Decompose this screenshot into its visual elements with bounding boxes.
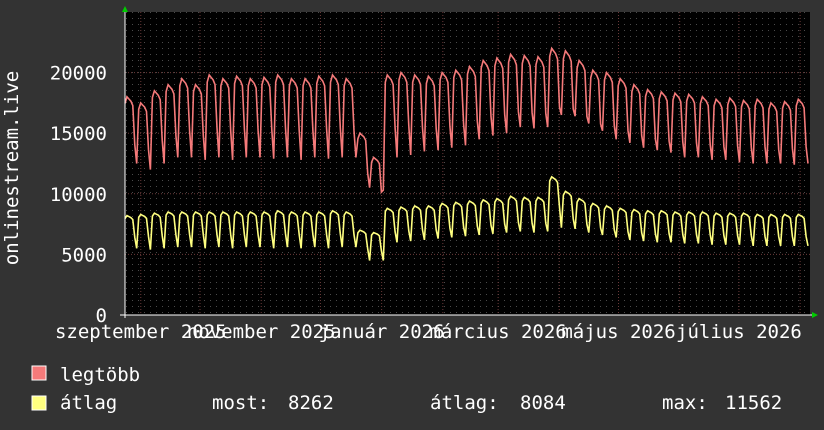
stat-atlag-label: átlag:	[430, 392, 499, 414]
y-tick-label: 20000	[50, 63, 107, 85]
x-tick-labels: szeptember 2025november 2025január 2026m…	[55, 321, 802, 343]
chart: 05000100001500020000 szeptember 2025nove…	[1, 6, 818, 414]
stat-atlag-value: 8084	[520, 392, 566, 414]
x-tick-label: május 2026	[561, 321, 675, 343]
legend-swatch-atlag	[31, 395, 47, 411]
y-tick-labels: 05000100001500020000	[50, 63, 107, 327]
x-axis-arrow-icon	[812, 312, 818, 318]
stat-max-value: 11562	[725, 392, 782, 414]
legend-label-atlag: átlag	[60, 392, 117, 414]
y-axis-title: onlinestream.live	[1, 71, 23, 265]
stat-max-label: max:	[662, 392, 708, 414]
x-tick-label: november 2025	[187, 321, 336, 343]
legend: legtöbb átlag most: 8262 átlag: 8084 max…	[31, 364, 782, 414]
stat-most-label: most:	[212, 392, 269, 414]
y-tick-label: 5000	[61, 244, 107, 266]
y-axis-arrow-icon	[122, 6, 128, 12]
x-tick-label: március 2026	[429, 321, 566, 343]
y-tick-label: 10000	[50, 184, 107, 206]
x-tick-label: január 2026	[319, 321, 445, 343]
legend-label-legtobb: legtöbb	[60, 364, 140, 386]
stat-most-value: 8262	[288, 392, 334, 414]
legend-swatch-legtobb	[31, 365, 47, 381]
x-tick-label: július 2026	[676, 321, 802, 343]
y-tick-label: 15000	[50, 123, 107, 145]
plot-minor-grid	[125, 12, 810, 315]
